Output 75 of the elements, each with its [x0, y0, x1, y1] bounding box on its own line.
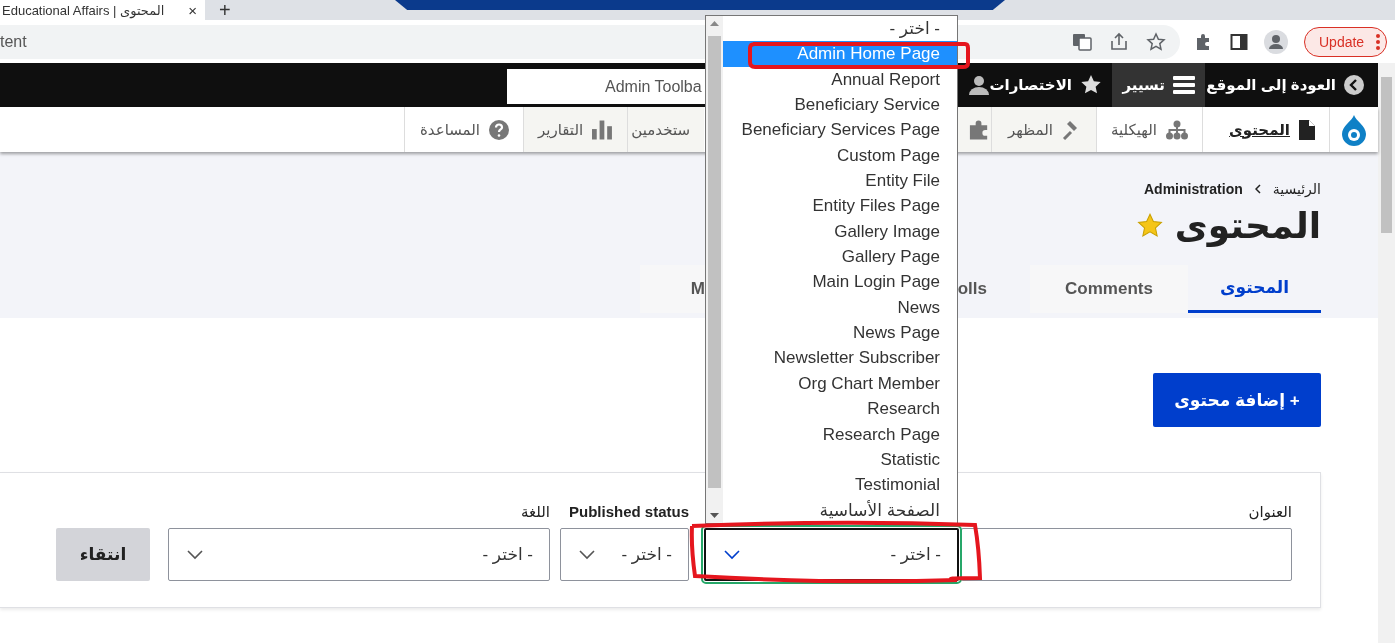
select-field[interactable]: - اختر - — [560, 528, 689, 581]
star-icon[interactable] — [1146, 31, 1166, 52]
bar-chart-icon — [592, 119, 613, 140]
select-field[interactable]: - اختر - — [168, 528, 550, 581]
tab-close-button[interactable]: × — [188, 1, 197, 19]
dropdown-option[interactable]: Research — [723, 396, 957, 422]
star-icon[interactable] — [1136, 213, 1163, 239]
toolbar-item[interactable]: تسيير — [1112, 63, 1205, 107]
tray-item[interactable] — [957, 107, 991, 152]
toolbar-item[interactable]: الاختصارات — [990, 63, 1112, 107]
text-field[interactable] — [961, 528, 1292, 581]
dropdown-option[interactable]: News — [723, 294, 957, 321]
tray-item[interactable]: ستخدمين — [627, 107, 704, 152]
chevron-left-icon — [1254, 184, 1261, 194]
breadcrumb-link[interactable]: Administration — [1144, 181, 1243, 197]
field-label: Published status — [568, 503, 689, 522]
chevron-down-icon — [187, 549, 203, 560]
dropdown-option[interactable]: Org Chart Member — [723, 370, 957, 397]
drupal-logo-icon[interactable] — [1341, 113, 1367, 146]
star-icon — [1080, 74, 1102, 96]
select-field[interactable]: - اختر - — [704, 528, 959, 581]
tray-item[interactable]: المساعدة — [404, 107, 523, 152]
search-field[interactable]: Admin Toolba — [507, 69, 705, 104]
tray-item[interactable]: المحتوى — [1202, 107, 1329, 152]
new-tab-button[interactable]: + — [219, 0, 231, 20]
dropdown-option[interactable]: Statistic — [723, 446, 957, 473]
avatar-icon[interactable] — [1264, 29, 1288, 54]
share-icon[interactable] — [1109, 31, 1129, 52]
breadcrumb-link[interactable]: الرئيسية — [1272, 181, 1321, 197]
apply-button[interactable]: انتقاء — [56, 528, 150, 581]
scroll-down-arrow-icon[interactable] — [710, 513, 719, 518]
page-tab[interactable]: olls — [958, 265, 1030, 313]
page-tab[interactable]: Comments — [1030, 265, 1188, 313]
document-icon — [1299, 119, 1315, 140]
dropdown-option[interactable]: Beneficiary Service — [723, 92, 957, 118]
page-title: المحتوى — [1174, 205, 1321, 247]
chevron-left-circle-icon — [1344, 75, 1364, 95]
dropdown-option[interactable]: Gallery Page — [723, 244, 957, 270]
kebab-menu-icon — [1376, 33, 1381, 50]
dropdown-option[interactable]: Newsletter Subscriber — [723, 345, 957, 371]
update-button[interactable]: Update — [1304, 26, 1388, 57]
dropdown-option[interactable]: Testimonial — [723, 472, 957, 498]
chevron-down-icon — [724, 549, 740, 560]
tray-item[interactable]: الهيكلية — [1096, 107, 1202, 152]
dropdown-option[interactable]: Annual Report — [723, 66, 957, 93]
sidebar-icon[interactable] — [1230, 32, 1248, 51]
user-icon[interactable] — [968, 74, 990, 96]
translate-icon[interactable] — [1072, 31, 1092, 52]
tab-title: Educational Affairs | المحتوى — [2, 2, 165, 18]
help-icon — [489, 119, 509, 140]
add-content-button[interactable]: + إضافة محتوى — [1153, 373, 1321, 427]
tray-item[interactable]: التقارير — [523, 107, 627, 152]
chevron-down-icon — [579, 549, 595, 560]
page-tab[interactable]: M — [640, 265, 705, 313]
hierarchy-icon — [1166, 119, 1188, 140]
scrollbar-thumb[interactable] — [1381, 77, 1392, 233]
dropdown-option[interactable]: Beneficiary Services Page — [723, 117, 957, 143]
browser-tab[interactable]: Educational Affairs | المحتوى × — [0, 0, 205, 20]
scrollbar-thumb[interactable] — [708, 36, 721, 488]
address-text: tent — [0, 32, 27, 51]
dropdown-option[interactable]: Entity Files Page — [723, 193, 957, 219]
dropdown-option[interactable]: Custom Page — [723, 142, 957, 169]
dropdown-option[interactable]: Main Login Page — [723, 269, 957, 295]
dropdown-option[interactable]: الصفحة الأساسية — [723, 497, 957, 523]
tray-item[interactable]: المظهر — [991, 107, 1096, 152]
dropdown-option[interactable]: Research Page — [723, 421, 957, 447]
field-label: العنوان — [1248, 503, 1292, 523]
field-label: اللغة — [521, 503, 550, 522]
dropdown-menu[interactable] — [705, 15, 958, 524]
scroll-up-arrow-icon[interactable] — [710, 21, 719, 26]
dropdown-option[interactable]: News Page — [723, 320, 957, 346]
dropdown-option[interactable]: Entity File — [723, 168, 957, 194]
toolbar-item[interactable]: العودة إلى الموقع — [1205, 63, 1378, 107]
menu-icon — [1173, 75, 1195, 95]
dropdown-option[interactable]: Gallery Image — [723, 218, 957, 245]
